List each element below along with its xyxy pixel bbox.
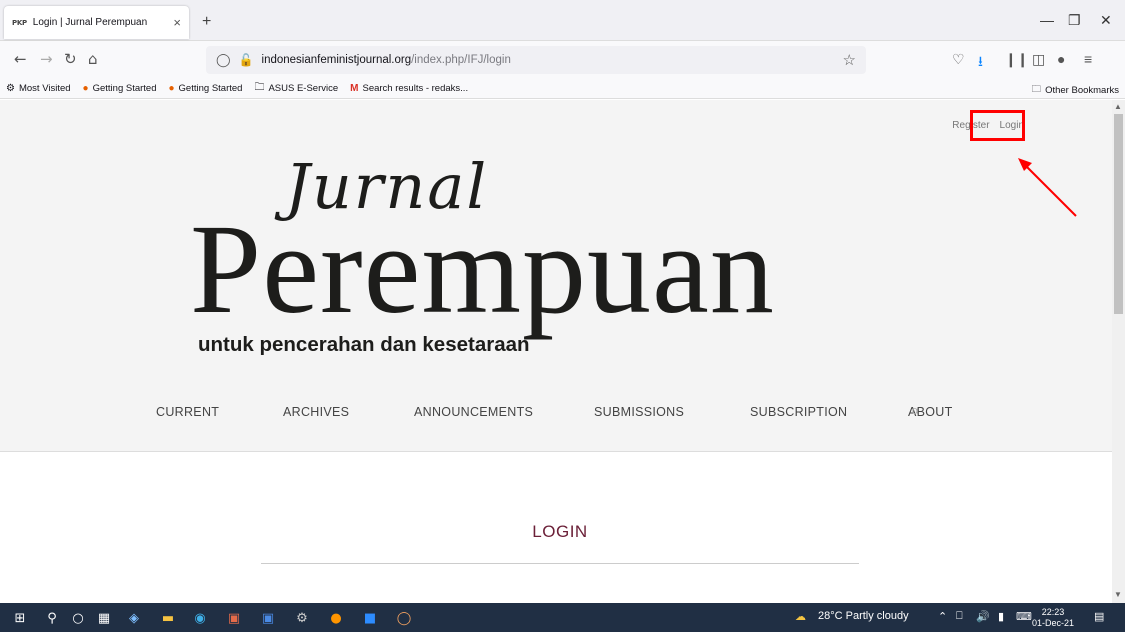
url-path: /index.php/IFJ/login (411, 54, 511, 66)
powerpoint-icon[interactable]: ▣ (224, 608, 244, 628)
title-divider (261, 563, 859, 564)
back-icon[interactable]: ← (14, 50, 27, 68)
nav-announcements[interactable]: ANNOUNCEMENTS (414, 405, 533, 419)
firefox-taskbar-icon[interactable]: ● (326, 608, 346, 628)
forward-icon[interactable]: → (40, 50, 53, 68)
notifications-icon[interactable]: ▤ (1094, 610, 1104, 623)
battery-icon[interactable]: ▮ (998, 610, 1004, 623)
account-icon[interactable]: ● (1057, 51, 1065, 67)
firefox-icon: ● (168, 83, 175, 94)
clock[interactable]: 22:23 01-Dec-21 (1032, 607, 1074, 629)
insecure-lock-icon[interactable]: 🔓 (239, 53, 254, 67)
url-host: indonesianfeministjournal.org (261, 54, 412, 66)
logo-tagline: untuk pencerahan dan kesetaraan (198, 333, 530, 356)
folder-icon: 🗀 (254, 82, 265, 93)
page-title: LOGIN (532, 522, 588, 541)
tab-title: Login | Jurnal Perempuan (32, 17, 148, 28)
nav-current[interactable]: CURRENT (156, 405, 219, 419)
bookmark-most-visited[interactable]: ⚙ Most Visited (6, 83, 71, 94)
browser-tab[interactable]: PKP Login | Jurnal Perempuan × (4, 6, 189, 39)
weather-text[interactable]: 28°C Partly cloudy (818, 610, 909, 622)
pkp-favicon-icon: PKP (12, 18, 27, 27)
journal-logo[interactable]: Jurnal Perempuan untuk pencerahan dan ke… (190, 150, 950, 370)
nav-subscription[interactable]: SUBSCRIPTION (750, 405, 847, 419)
bookmarks-bar: ⚙ Most Visited ● Getting Started ● Getting … (0, 79, 1125, 99)
bookmark-getting-started[interactable]: ● Getting Started (83, 83, 157, 94)
logo-perempuan-text: Perempuan (190, 198, 775, 340)
nav-archives[interactable]: ARCHIVES (283, 405, 349, 419)
sidebar-icon[interactable]: ◫ (1032, 51, 1045, 68)
file-explorer-icon[interactable]: ▬ (158, 608, 178, 628)
gear-icon: ⚙ (6, 83, 15, 94)
keyboard-icon[interactable]: ⌨ (1016, 610, 1032, 623)
close-tab-icon[interactable]: × (173, 15, 181, 30)
edge-icon[interactable]: ◉ (190, 608, 210, 628)
windows-taskbar: ⊞ ⚲ ○ ▦ ◈ ▬ ◉ ▣ ▣ ⚙ ● ■ ◯ ☁ 28°C Partly … (0, 603, 1125, 632)
main-nav: CURRENT ARCHIVES ANNOUNCEMENTS SUBMISSIO… (156, 405, 953, 419)
folder-icon: 🗀 (1031, 84, 1042, 95)
app-icon-2[interactable]: ⚙ (292, 608, 312, 628)
app-icon-3[interactable]: ◯ (394, 608, 414, 628)
address-bar[interactable]: ◯ 🔓 indonesianfeministjournal.org/index.… (206, 46, 866, 74)
download-icon[interactable]: ⭳ (978, 51, 983, 75)
minimize-icon[interactable]: — (1040, 12, 1054, 28)
zoom-icon[interactable]: ■ (360, 608, 380, 628)
app-icon[interactable]: ◈ (124, 608, 144, 628)
web-page: Register Login Jurnal Perempuan untuk pe… (0, 100, 1112, 603)
nav-submissions[interactable]: SUBMISSIONS (594, 405, 684, 419)
cortana-icon[interactable]: ○ (68, 608, 88, 628)
tracking-shield-icon[interactable]: ◯ (216, 52, 231, 68)
windows-start-icon[interactable]: ⊞ (10, 608, 30, 628)
firefox-icon: ● (82, 83, 89, 94)
tab-strip: PKP Login | Jurnal Perempuan × + — ❐ ✕ (0, 0, 1125, 41)
network-icon[interactable]: ⎕ (956, 610, 963, 623)
gmail-icon: M (350, 83, 359, 94)
restore-icon[interactable]: ❐ (1068, 12, 1081, 29)
home-icon[interactable]: ⌂ (88, 50, 98, 68)
search-icon[interactable]: ⚲ (42, 608, 62, 628)
bookmark-search-results[interactable]: M Search results - redaks... (350, 83, 468, 94)
word-icon[interactable]: ▣ (258, 608, 278, 628)
menu-icon[interactable]: ≡ (1084, 51, 1092, 67)
bookmark-getting-started-2[interactable]: ● Getting Started (169, 83, 243, 94)
clock-date: 01-Dec-21 (1032, 618, 1075, 628)
annotation-arrow-icon (1018, 158, 1077, 217)
library-icon[interactable]: ❙❙ (1005, 51, 1028, 68)
new-tab-button[interactable]: + (202, 13, 211, 31)
site-header: Register Login Jurnal Perempuan untuk pe… (0, 100, 1112, 452)
navigation-toolbar: ← → ↻ ⌂ ◯ 🔓 indonesianfeministjournal.or… (0, 41, 1125, 79)
annotation-highlight-box (970, 110, 1025, 141)
pocket-icon[interactable]: ♡ (952, 51, 965, 68)
tray-chevron-icon[interactable]: ⌃ (938, 610, 947, 623)
page-scrollbar[interactable]: ▲ ▼ (1112, 100, 1125, 603)
weather-icon: ☁ (795, 611, 806, 623)
task-view-icon[interactable]: ▦ (94, 608, 114, 628)
scroll-up-icon[interactable]: ▲ (1114, 102, 1122, 111)
bookmark-asus-eservice[interactable]: 🗀 ASUS E-Service (254, 80, 338, 97)
scroll-down-icon[interactable]: ▼ (1114, 590, 1122, 599)
reload-icon[interactable]: ↻ (64, 50, 77, 68)
other-bookmarks[interactable]: 🗀 Other Bookmarks (1032, 82, 1119, 98)
window-close-icon[interactable]: ✕ (1100, 12, 1112, 29)
bookmark-star-icon[interactable]: ☆ (843, 51, 856, 69)
scroll-thumb[interactable] (1114, 114, 1123, 314)
dropdown-caret-icon: α (912, 405, 919, 417)
clock-time: 22:23 (1041, 607, 1065, 617)
volume-icon[interactable]: 🔊 (976, 610, 990, 623)
